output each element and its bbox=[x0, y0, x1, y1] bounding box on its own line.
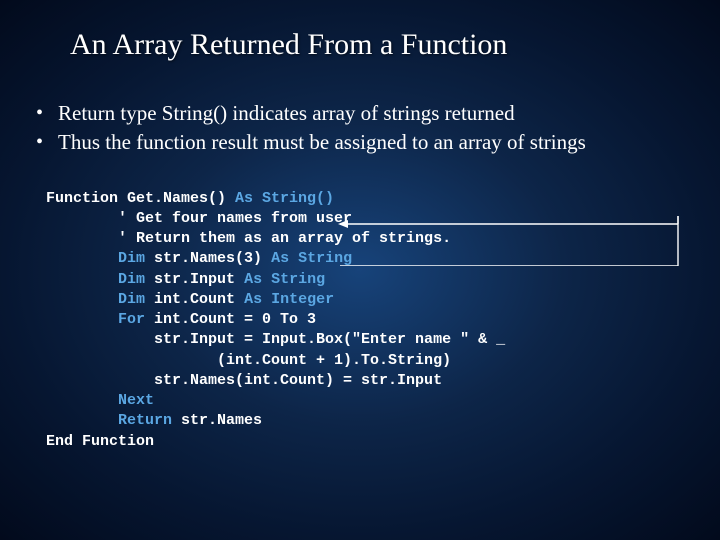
code-text: str.Input bbox=[145, 271, 244, 288]
code-keyword: Dim bbox=[118, 291, 145, 308]
code-text bbox=[46, 291, 118, 308]
code-keyword: As Integer bbox=[244, 291, 334, 308]
code-text bbox=[46, 412, 118, 429]
code-keyword: Return bbox=[118, 412, 172, 429]
code-text: int.Count bbox=[145, 291, 244, 308]
code-keyword: As String() bbox=[235, 190, 334, 207]
code-keyword: Dim bbox=[118, 271, 145, 288]
code-keyword: Dim bbox=[118, 250, 145, 267]
code-text bbox=[46, 271, 118, 288]
code-text: Function Get.Names() bbox=[46, 190, 235, 207]
code-text: str.Input = Input.Box("Enter name " & _ bbox=[46, 331, 505, 348]
code-text: End Function bbox=[46, 433, 154, 450]
bullet-list: Return type String() indicates array of … bbox=[30, 100, 720, 157]
code-text: str.Names(3) bbox=[145, 250, 271, 267]
bullet-item: Return type String() indicates array of … bbox=[30, 100, 720, 127]
code-keyword: As String bbox=[271, 250, 352, 267]
bullet-item: Thus the function result must be assigne… bbox=[30, 129, 720, 156]
code-text bbox=[46, 311, 118, 328]
code-keyword: Next bbox=[118, 392, 154, 409]
code-text: int.Count = 0 To 3 bbox=[145, 311, 316, 328]
code-text: ' Return them as an array of strings. bbox=[46, 230, 451, 247]
code-block: Function Get.Names() As String() ' Get f… bbox=[46, 189, 720, 452]
code-text bbox=[46, 250, 118, 267]
code-text bbox=[46, 392, 118, 409]
code-keyword: As String bbox=[244, 271, 325, 288]
code-keyword: For bbox=[118, 311, 145, 328]
code-text: str.Names(int.Count) = str.Input bbox=[46, 372, 442, 389]
code-text: ' Get four names from user bbox=[46, 210, 352, 227]
code-text: (int.Count + 1).To.String) bbox=[46, 352, 451, 369]
code-text: str.Names bbox=[172, 412, 262, 429]
slide-title: An Array Returned From a Function bbox=[0, 0, 720, 62]
